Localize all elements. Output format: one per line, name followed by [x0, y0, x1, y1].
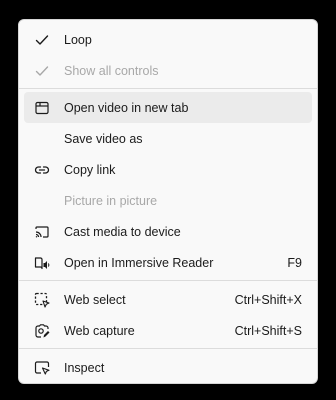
- cast-icon: [34, 224, 50, 240]
- menu-item-label: Open in Immersive Reader: [64, 255, 214, 270]
- menu-item-label: Save video as: [64, 131, 143, 146]
- menu-item-show-all-controls[interactable]: Show all controls: [24, 55, 312, 86]
- shortcut-label: Ctrl+Shift+X: [234, 292, 302, 307]
- menu-item-save-video-as[interactable]: Save video as: [24, 123, 312, 154]
- menu-item-label: Loop: [64, 32, 92, 47]
- shortcut-label: F9: [287, 255, 302, 270]
- menu-item-label: Show all controls: [64, 63, 159, 78]
- menu-item-cast-media[interactable]: Cast media to device: [24, 216, 312, 247]
- web-capture-icon: [34, 323, 50, 339]
- menu-item-web-capture[interactable]: Web capture Ctrl+Shift+S: [24, 315, 312, 346]
- menu-separator: [19, 88, 317, 89]
- menu-separator: [19, 348, 317, 349]
- menu-item-loop[interactable]: Loop: [24, 24, 312, 55]
- menu-item-label: Open video in new tab: [64, 100, 189, 115]
- context-menu: Loop Show all controls Open video in new…: [18, 19, 318, 384]
- menu-item-label: Picture in picture: [64, 193, 158, 208]
- menu-item-label: Inspect: [64, 360, 105, 375]
- menu-item-inspect[interactable]: Inspect: [24, 352, 312, 383]
- menu-item-copy-link[interactable]: Copy link: [24, 154, 312, 185]
- menu-item-immersive-reader[interactable]: Open in Immersive Reader F9: [24, 247, 312, 278]
- menu-item-label: Copy link: [64, 162, 116, 177]
- checkmark-icon: [34, 32, 50, 48]
- new-tab-icon: [34, 100, 50, 116]
- menu-item-label: Cast media to device: [64, 224, 181, 239]
- menu-separator: [19, 280, 317, 281]
- inspect-icon: [34, 360, 50, 376]
- menu-item-label: Web capture: [64, 323, 135, 338]
- immersive-reader-icon: [34, 255, 50, 271]
- link-icon: [34, 162, 50, 178]
- shortcut-label: Ctrl+Shift+S: [234, 323, 302, 338]
- menu-item-label: Web select: [64, 292, 126, 307]
- web-select-icon: [34, 292, 50, 308]
- menu-item-open-video-new-tab[interactable]: Open video in new tab: [24, 92, 312, 123]
- menu-item-picture-in-picture[interactable]: Picture in picture: [24, 185, 312, 216]
- checkmark-icon: [34, 63, 50, 79]
- menu-item-web-select[interactable]: Web select Ctrl+Shift+X: [24, 284, 312, 315]
